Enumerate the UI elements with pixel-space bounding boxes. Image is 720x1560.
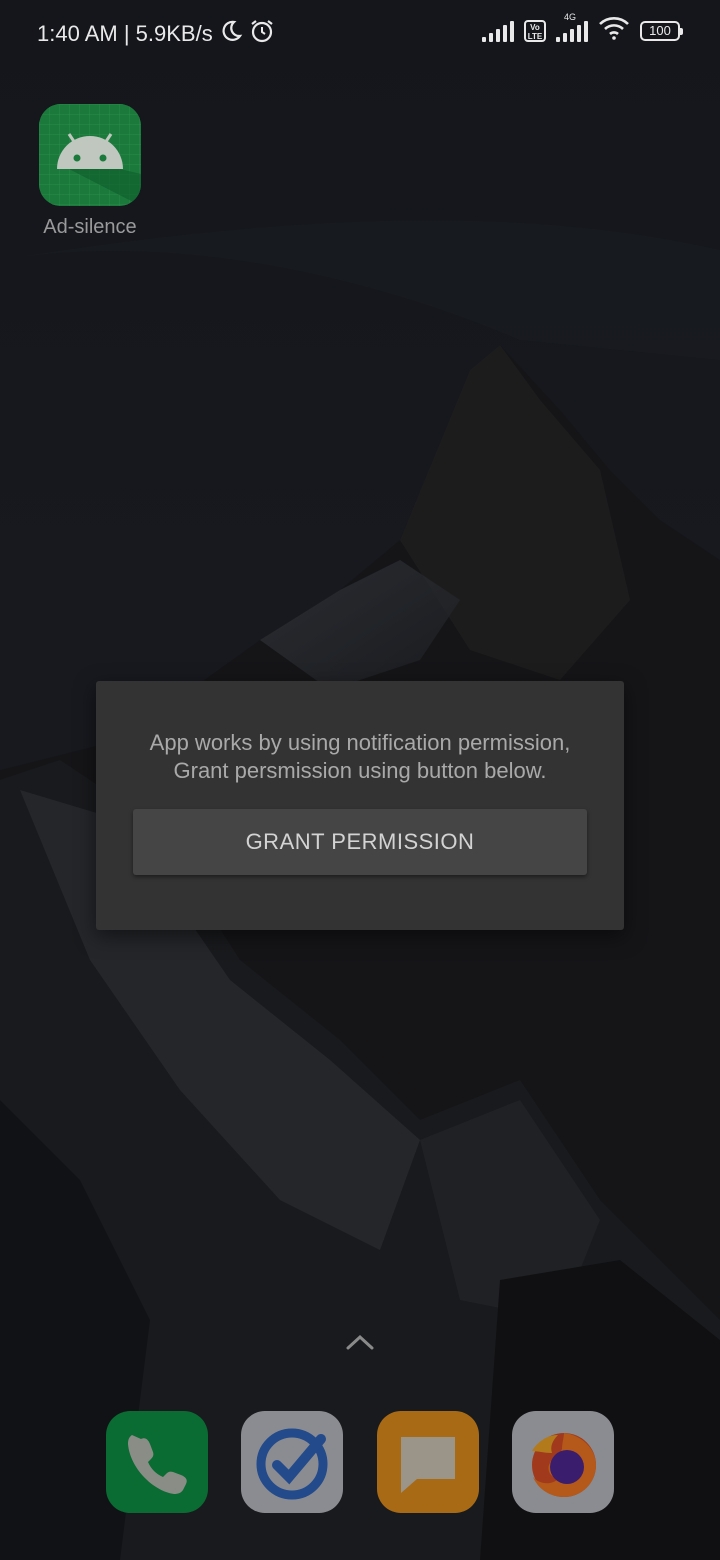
dialog-message-line-1: App works by using notification permissi… [149,730,571,755]
status-left: 1:40 AM | 5.9KB/s [37,18,275,50]
phone-icon [128,1435,187,1494]
chevron-up-icon[interactable] [344,1332,376,1357]
volte-icon: Vo LTE [524,19,546,42]
permission-dialog: App works by using notification permissi… [96,681,624,930]
battery-icon: 100 [640,20,683,41]
check-circle-icon [256,1428,328,1500]
status-bar: 1:40 AM | 5.9KB/s Vo LTE 4G 100 [0,0,720,64]
ad-silence-app-icon[interactable] [39,104,141,206]
wifi-icon [598,16,630,45]
dialog-message: App works by using notification permissi… [116,729,604,785]
time-speed-text: 1:40 AM | 5.9KB/s [37,21,213,46]
grant-permission-button[interactable]: GRANT PERMISSION [133,809,587,875]
moon-icon [219,19,243,49]
network-label: 4G [564,11,577,22]
battery-level: 100 [649,23,671,38]
alarm-icon [249,18,275,50]
dialog-message-line-2: Grant persmission using button below. [173,758,547,783]
messages-app-icon[interactable] [377,1411,479,1513]
tasks-app-icon[interactable] [241,1411,343,1513]
firefox-app-icon[interactable] [512,1411,614,1513]
status-right: Vo LTE 4G 100 [482,12,683,45]
firefox-icon [532,1433,596,1497]
phone-app-icon[interactable] [106,1411,208,1513]
signal-4g-icon: 4G [556,12,588,42]
android-icon [39,104,141,206]
message-icon [401,1437,455,1493]
signal-icon [482,20,514,42]
ad-silence-app-label[interactable]: Ad-silence [20,216,160,239]
